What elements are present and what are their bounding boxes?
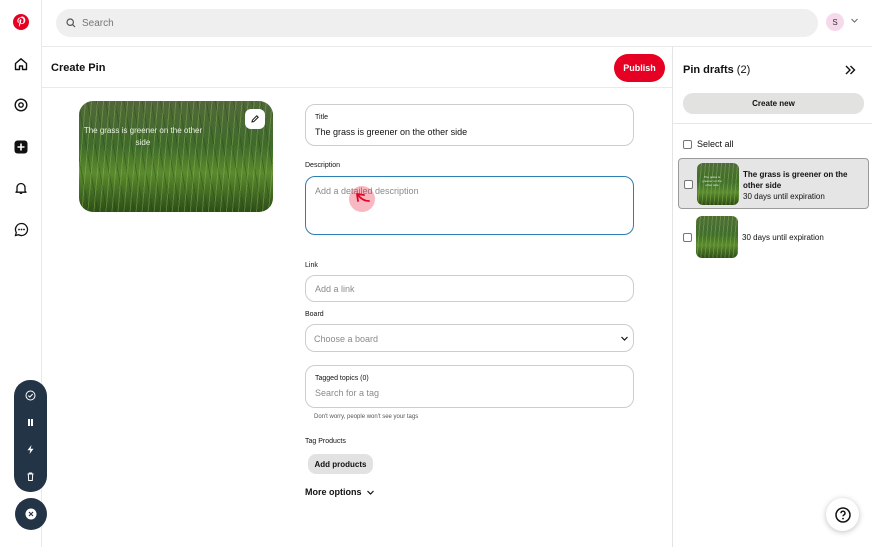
publish-button[interactable]: Publish xyxy=(614,54,665,82)
search-icon xyxy=(66,18,76,28)
explore-compass-icon[interactable] xyxy=(11,95,31,115)
draft-checkbox[interactable] xyxy=(684,180,693,189)
chevron-down-icon[interactable] xyxy=(850,16,859,25)
lightning-icon[interactable] xyxy=(24,443,37,456)
app: Search S Create Pin Publish The grass is… xyxy=(0,0,872,547)
more-options-toggle[interactable]: More options xyxy=(305,487,375,497)
draft-thumbnail-text: The grass is greener on the other side xyxy=(702,175,722,187)
edit-image-button[interactable] xyxy=(245,109,265,129)
help-question-icon xyxy=(834,506,851,523)
draft-thumbnail xyxy=(696,216,738,258)
search-input[interactable]: Search xyxy=(56,9,818,37)
select-all-checkbox[interactable]: Select all xyxy=(683,139,734,149)
create-pin-header: Create Pin Publish xyxy=(42,46,672,88)
grass-texture xyxy=(79,101,273,212)
close-circle-icon xyxy=(25,508,37,520)
tagged-topics-field[interactable] xyxy=(305,365,634,408)
link-placeholder: Add a link xyxy=(315,284,355,294)
tagged-topics-label: Tagged topics (0) xyxy=(315,375,369,382)
draft-item[interactable]: The grass is greener on the other side T… xyxy=(678,158,869,209)
avatar[interactable]: S xyxy=(826,13,844,31)
pinterest-logo-icon[interactable] xyxy=(11,12,31,32)
add-products-button[interactable]: Add products xyxy=(308,454,373,474)
draft-expiry: 30 days until expiration xyxy=(743,192,825,201)
description-label: Description xyxy=(305,162,341,169)
pencil-icon xyxy=(251,115,259,123)
notifications-bell-icon[interactable] xyxy=(11,178,31,198)
pause-icon[interactable] xyxy=(24,416,37,429)
home-icon[interactable] xyxy=(11,54,31,74)
chevron-down-icon xyxy=(621,336,628,341)
trash-icon[interactable] xyxy=(24,470,37,483)
image-overlay-text: The grass is greener on the other side xyxy=(83,126,203,147)
floating-toolbar xyxy=(14,380,47,492)
more-options-label: More options xyxy=(305,487,362,497)
tag-products-label: Tag Products xyxy=(305,438,346,445)
draft-item[interactable]: 30 days until expiration xyxy=(678,212,869,263)
chevron-down-icon xyxy=(366,490,374,495)
tags-hint: Don't worry, people won't see your tags xyxy=(314,414,419,420)
create-new-button[interactable]: Create new xyxy=(683,93,864,114)
draft-checkbox[interactable] xyxy=(683,233,692,242)
search-placeholder: Search xyxy=(82,17,114,29)
title-value: The grass is greener on the other side xyxy=(315,127,468,137)
select-all-label: Select all xyxy=(697,139,734,149)
board-placeholder: Choose a board xyxy=(314,334,379,344)
checkbox[interactable] xyxy=(683,139,692,149)
link-label: Link xyxy=(305,262,318,269)
check-circle-icon[interactable] xyxy=(24,389,37,402)
page-title: Create Pin xyxy=(51,62,106,74)
cursor-arrow-icon xyxy=(356,193,370,202)
title-label: Title xyxy=(315,114,328,121)
tag-search-placeholder: Search for a tag xyxy=(315,388,380,398)
help-button[interactable] xyxy=(826,498,859,531)
messages-icon[interactable] xyxy=(11,219,31,239)
divider xyxy=(673,123,872,124)
board-label: Board xyxy=(305,311,324,318)
pin-image-preview: The grass is greener on the other side xyxy=(79,101,273,212)
drafts-title: Pin drafts (2) xyxy=(683,64,750,76)
top-bar: Search S xyxy=(42,0,872,46)
draft-expiry: 30 days until expiration xyxy=(742,233,824,242)
pin-drafts-panel: Pin drafts (2) Create new Select all The… xyxy=(672,46,872,547)
drafts-title-text: Pin drafts xyxy=(683,64,734,76)
draft-name: The grass is greener on the other side xyxy=(743,170,848,190)
title-field[interactable] xyxy=(305,104,634,146)
draft-thumbnail: The grass is greener on the other side xyxy=(697,163,739,205)
collapse-panel-icon[interactable] xyxy=(843,63,857,77)
recorder-toggle-button[interactable] xyxy=(15,498,47,530)
create-icon[interactable] xyxy=(11,137,31,157)
drafts-count: (2) xyxy=(736,64,751,76)
